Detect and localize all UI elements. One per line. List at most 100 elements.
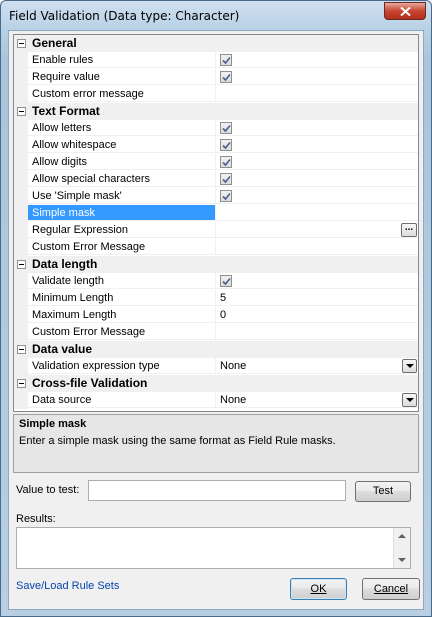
collapse-icon[interactable]	[17, 260, 26, 269]
property-regular-expression[interactable]: Regular Expression ...	[14, 222, 418, 239]
checkmark-icon	[222, 158, 231, 167]
property-validation-expression-type[interactable]: Validation expression type None	[14, 358, 418, 375]
category-cross-file-validation[interactable]: Cross-file Validation	[14, 375, 418, 392]
category-label: Text Format	[32, 104, 100, 118]
property-name: Simple mask	[28, 205, 215, 221]
property-name: Regular Expression	[28, 222, 215, 238]
property-name: Use 'Simple mask'	[28, 188, 215, 204]
chevron-down-icon[interactable]	[402, 393, 417, 407]
save-load-rule-sets-link[interactable]: Save/Load Rule Sets	[16, 580, 119, 592]
collapse-icon[interactable]	[17, 39, 26, 48]
category-label: Data value	[32, 342, 93, 356]
require-value-checkbox[interactable]	[220, 71, 232, 83]
property-allow-special-characters[interactable]: Allow special characters	[14, 171, 418, 188]
allow-special-checkbox[interactable]	[220, 173, 232, 185]
property-name: Custom Error Message	[28, 239, 215, 255]
cancel-button[interactable]: Cancel	[362, 578, 420, 600]
category-text-format[interactable]: Text Format	[14, 103, 418, 120]
help-text: Enter a simple mask using the same forma…	[19, 435, 336, 447]
category-label: General	[32, 36, 77, 50]
property-length-custom-error-message[interactable]: Custom Error Message	[14, 324, 418, 341]
ellipsis-button[interactable]: ...	[401, 223, 417, 237]
property-name: Require value	[28, 69, 215, 85]
collapse-icon[interactable]	[17, 379, 26, 388]
category-general[interactable]: General	[14, 35, 418, 52]
property-require-value[interactable]: Require value	[14, 69, 418, 86]
property-name: Minimum Length	[28, 290, 215, 306]
property-name: Allow digits	[28, 154, 215, 170]
category-label: Data length	[32, 257, 98, 271]
dialog-client: General Enable rules Require value Custo…	[8, 30, 424, 610]
property-simple-mask[interactable]: Simple mask	[14, 205, 418, 222]
help-title: Simple mask	[19, 418, 87, 430]
data-source-dropdown[interactable]: None	[215, 392, 418, 408]
dropdown-value: None	[220, 394, 247, 406]
validate-length-checkbox[interactable]	[220, 275, 232, 287]
checkmark-icon	[222, 56, 231, 65]
text-custom-error-value[interactable]	[215, 239, 418, 255]
value-to-test-label: Value to test:	[16, 484, 80, 496]
close-button[interactable]	[384, 2, 426, 20]
test-button[interactable]: Test	[355, 481, 411, 502]
checkmark-icon	[222, 277, 231, 286]
regular-expression-value[interactable]: ...	[215, 222, 418, 238]
checkmark-icon	[222, 124, 231, 133]
property-use-simple-mask[interactable]: Use 'Simple mask'	[14, 188, 418, 205]
close-icon	[400, 7, 411, 16]
property-name: Allow special characters	[28, 171, 215, 187]
category-data-length[interactable]: Data length	[14, 256, 418, 273]
window-title: Field Validation (Data type: Character)	[9, 9, 240, 23]
validation-expression-type-dropdown[interactable]: None	[215, 358, 418, 374]
collapse-icon[interactable]	[17, 345, 26, 354]
enable-rules-checkbox[interactable]	[220, 54, 232, 66]
allow-digits-checkbox[interactable]	[220, 156, 232, 168]
property-custom-error-message[interactable]: Custom error message	[14, 86, 418, 103]
property-name: Custom error message	[28, 86, 215, 102]
minimum-length-value[interactable]: 5	[215, 290, 418, 306]
property-maximum-length[interactable]: Maximum Length 0	[14, 307, 418, 324]
property-text-custom-error-message[interactable]: Custom Error Message	[14, 239, 418, 256]
results-textarea[interactable]	[16, 527, 411, 569]
dropdown-value: None	[220, 360, 247, 372]
maximum-length-value[interactable]: 0	[215, 307, 418, 323]
property-data-source[interactable]: Data source None	[14, 392, 418, 409]
property-allow-digits[interactable]: Allow digits	[14, 154, 418, 171]
property-allow-whitespace[interactable]: Allow whitespace	[14, 137, 418, 154]
help-panel: Simple mask Enter a simple mask using th…	[13, 414, 419, 473]
checkmark-icon	[222, 73, 231, 82]
results-scrollbar[interactable]	[393, 528, 410, 568]
checkmark-icon	[222, 175, 231, 184]
title-bar[interactable]: Field Validation (Data type: Character)	[1, 1, 431, 29]
property-minimum-length[interactable]: Minimum Length 5	[14, 290, 418, 307]
property-name: Enable rules	[28, 52, 215, 68]
use-simple-mask-checkbox[interactable]	[220, 190, 232, 202]
allow-whitespace-checkbox[interactable]	[220, 139, 232, 151]
property-name: Data source	[28, 392, 215, 408]
allow-letters-checkbox[interactable]	[220, 122, 232, 134]
property-name: Maximum Length	[28, 307, 215, 323]
category-label: Cross-file Validation	[32, 376, 148, 390]
custom-error-message-value[interactable]	[215, 86, 418, 102]
category-data-value[interactable]: Data value	[14, 341, 418, 358]
simple-mask-value[interactable]	[215, 205, 418, 221]
chevron-down-icon[interactable]	[402, 359, 417, 373]
property-name: Validation expression type	[28, 358, 215, 374]
property-name: Custom Error Message	[28, 324, 215, 340]
checkmark-icon	[222, 192, 231, 201]
dialog-window: Field Validation (Data type: Character) …	[0, 0, 432, 617]
property-name: Allow whitespace	[28, 137, 215, 153]
property-name: Validate length	[28, 273, 215, 289]
property-grid[interactable]: General Enable rules Require value Custo…	[13, 34, 419, 412]
property-enable-rules[interactable]: Enable rules	[14, 52, 418, 69]
scroll-down-icon[interactable]	[398, 558, 406, 562]
property-validate-length[interactable]: Validate length	[14, 273, 418, 290]
results-label: Results:	[16, 513, 56, 525]
ok-button[interactable]: OK	[290, 578, 347, 600]
length-custom-error-value[interactable]	[215, 324, 418, 340]
property-allow-letters[interactable]: Allow letters	[14, 120, 418, 137]
checkmark-icon	[222, 141, 231, 150]
scroll-up-icon[interactable]	[398, 534, 406, 538]
collapse-icon[interactable]	[17, 107, 26, 116]
property-name: Allow letters	[28, 120, 215, 136]
value-to-test-input[interactable]	[88, 480, 346, 501]
